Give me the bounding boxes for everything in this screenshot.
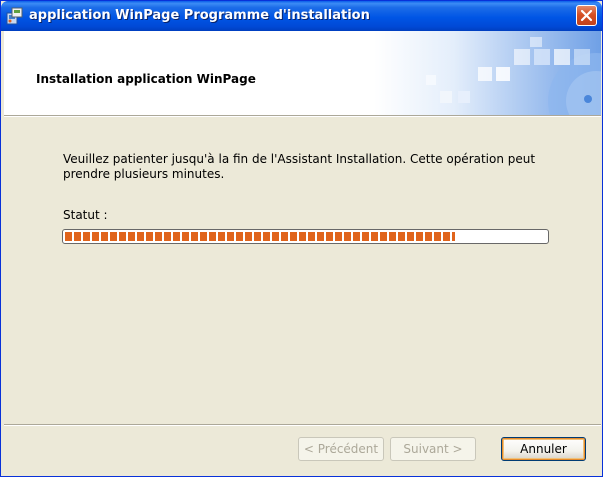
cancel-button[interactable]: Annuler [501,437,586,461]
installer-icon [6,7,24,25]
footer-divider-highlight [4,425,601,426]
progress-bar [62,229,549,244]
next-button[interactable]: Suivant > [390,437,476,461]
wait-message: Veuillez patienter jusqu'à la fin de l'A… [63,152,536,181]
status-label: Statut : [63,208,108,222]
title-bar[interactable]: application WinPage Programme d'installa… [1,1,602,31]
back-button[interactable]: < Précédent [298,437,384,461]
close-icon [580,9,593,22]
progress-fill [65,232,455,241]
installer-window: application WinPage Programme d'installa… [0,0,603,477]
window-title: application WinPage Programme d'installa… [29,8,370,23]
wizard-header: Installation application WinPage [4,31,601,115]
header-banner-graphic [374,31,601,115]
close-button[interactable] [576,5,597,26]
header-title: Installation application WinPage [36,72,256,86]
header-divider-highlight [4,116,601,117]
